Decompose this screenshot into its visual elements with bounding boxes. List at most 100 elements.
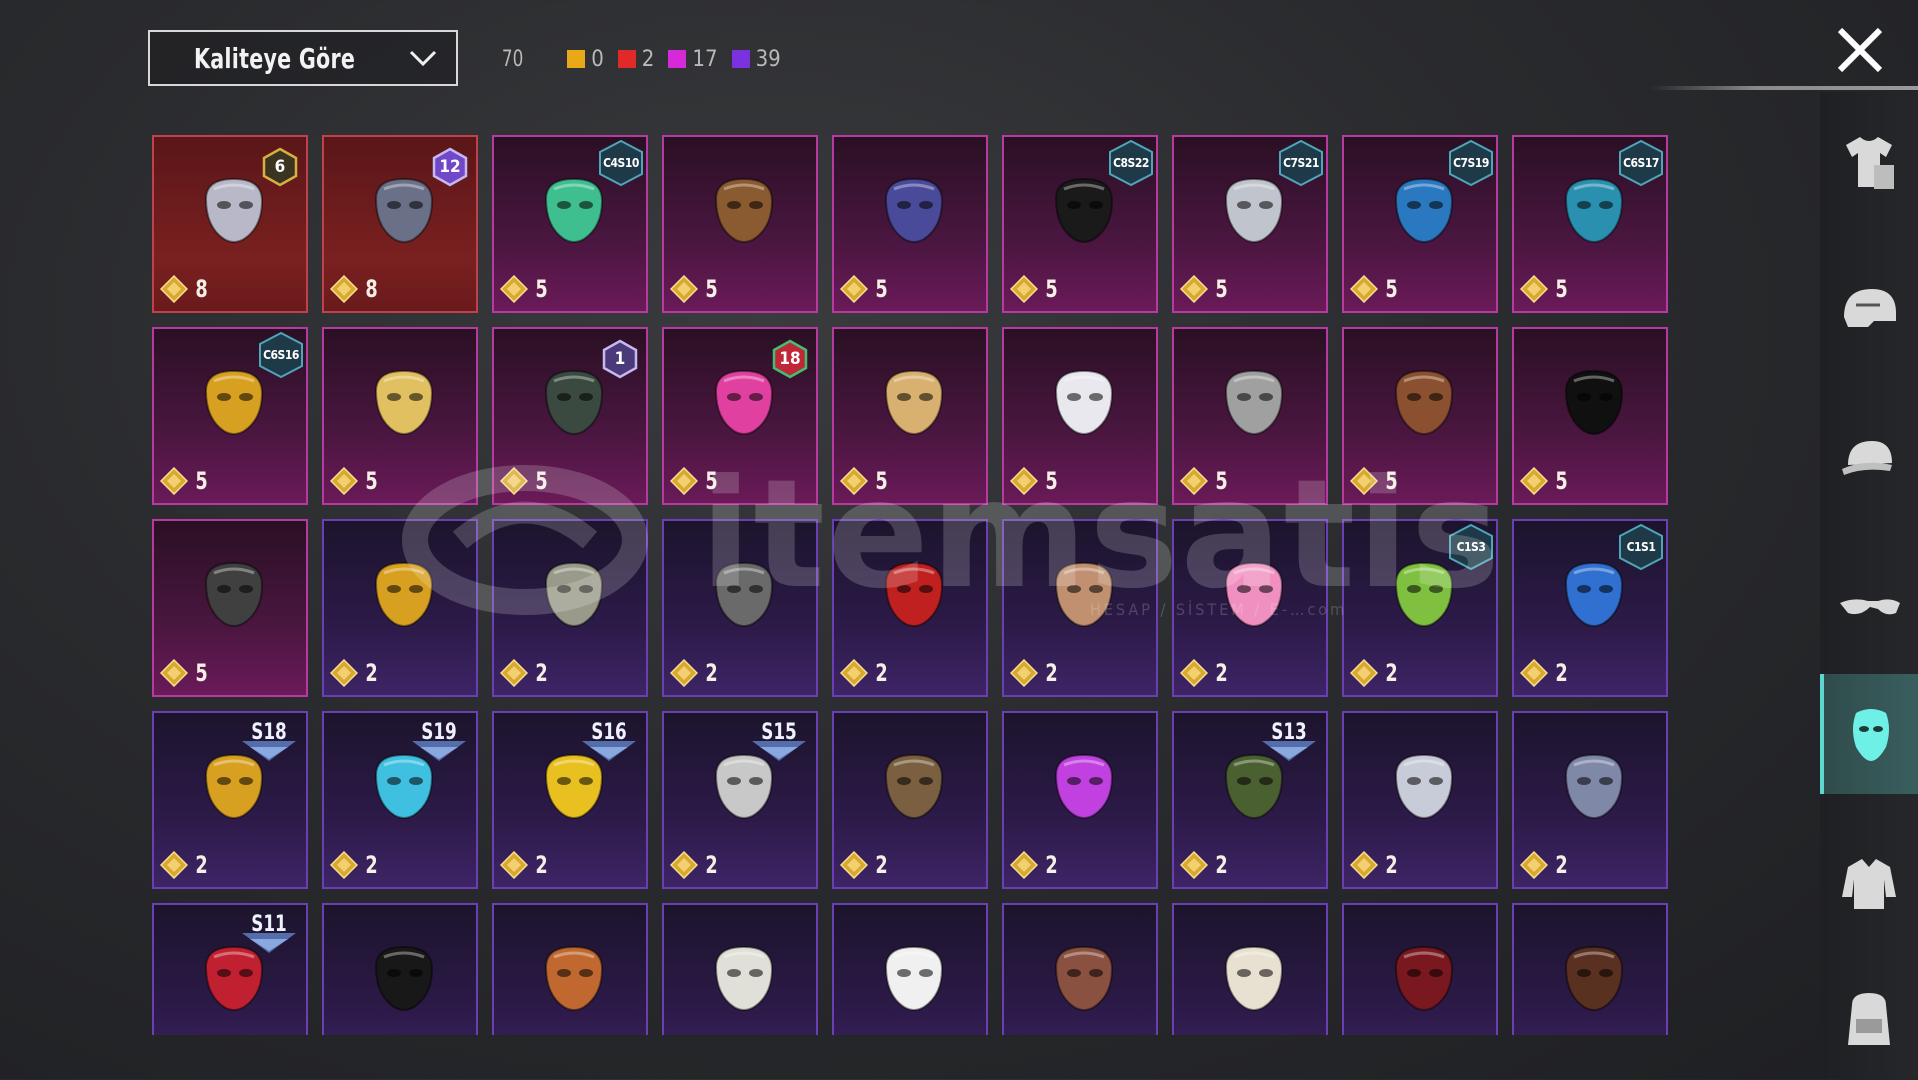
- item-price: 2: [840, 851, 889, 879]
- item-card[interactable]: C7S19 5: [1342, 135, 1498, 313]
- laurel-gold-mask-icon: [884, 369, 944, 435]
- item-price: 2: [1180, 851, 1229, 879]
- tab-outfit[interactable]: [1820, 102, 1918, 222]
- item-card[interactable]: 2: [1002, 519, 1158, 697]
- item-card[interactable]: [662, 903, 818, 1035]
- purple-gas-mask-icon: [1054, 753, 1114, 819]
- mythic-count: 2: [617, 47, 654, 72]
- item-price-value: 5: [875, 275, 888, 303]
- item-card[interactable]: 5: [322, 327, 478, 505]
- tier-badge-text: 12: [439, 157, 461, 177]
- item-card[interactable]: 5: [1342, 327, 1498, 505]
- mythic-swatch: [617, 50, 636, 68]
- currency-diamond-icon: [500, 851, 528, 879]
- item-price-value: 2: [1555, 659, 1568, 687]
- item-card[interactable]: [1172, 903, 1328, 1035]
- item-card[interactable]: C1S3 2: [1342, 519, 1498, 697]
- tab-cap[interactable]: [1820, 398, 1918, 518]
- tab-helmet[interactable]: [1820, 250, 1918, 370]
- bronze-visor-icon: [884, 753, 944, 819]
- item-card[interactable]: C4S10 5: [492, 135, 648, 313]
- item-price: 2: [670, 659, 719, 687]
- item-card[interactable]: 5: [832, 327, 988, 505]
- item-price: 2: [500, 659, 549, 687]
- item-card[interactable]: S15 2: [662, 711, 818, 889]
- item-card[interactable]: 2: [662, 519, 818, 697]
- currency-diamond-icon: [500, 467, 528, 495]
- season-code-text: C1S3: [1456, 540, 1486, 554]
- item-card[interactable]: 2: [492, 519, 648, 697]
- currency-diamond-icon: [670, 851, 698, 879]
- item-card[interactable]: C7S21 5: [1172, 135, 1328, 313]
- item-card[interactable]: 5: [152, 519, 308, 697]
- item-card[interactable]: 12 8: [322, 135, 478, 313]
- item-card[interactable]: 5: [1512, 327, 1668, 505]
- hockey-mask-icon: [544, 561, 604, 627]
- currency-diamond-icon: [1520, 851, 1548, 879]
- item-price: 5: [840, 275, 889, 303]
- item-card[interactable]: 2: [322, 519, 478, 697]
- tier-badge-text: 18: [779, 349, 801, 369]
- item-card[interactable]: C8S22 5: [1002, 135, 1158, 313]
- item-price-value: 5: [1045, 467, 1058, 495]
- item-card[interactable]: 2: [1002, 711, 1158, 889]
- bird-beak-mask-icon: [1394, 369, 1454, 435]
- season-badge: S13: [1256, 719, 1322, 763]
- item-card[interactable]: 5: [662, 135, 818, 313]
- item-card[interactable]: 2: [1512, 711, 1668, 889]
- item-card[interactable]: 2: [1172, 519, 1328, 697]
- item-card[interactable]: C6S17 5: [1512, 135, 1668, 313]
- item-price-value: 2: [1215, 851, 1228, 879]
- skull-scarf-icon: [204, 561, 264, 627]
- item-card[interactable]: S11: [152, 903, 308, 1035]
- item-card[interactable]: [1002, 903, 1158, 1035]
- item-card[interactable]: 5: [1172, 327, 1328, 505]
- item-card[interactable]: [322, 903, 478, 1035]
- item-card[interactable]: S18 2: [152, 711, 308, 889]
- item-card[interactable]: [1512, 903, 1668, 1035]
- item-card[interactable]: 2: [1342, 711, 1498, 889]
- item-card[interactable]: 5: [1002, 327, 1158, 505]
- item-card[interactable]: 2: [832, 711, 988, 889]
- red-dark-mask-icon: [1394, 945, 1454, 1011]
- item-card[interactable]: S19 2: [322, 711, 478, 889]
- item-price-value: 2: [365, 659, 378, 687]
- rarity-counts: 70 0 2 17 39: [500, 44, 781, 74]
- item-price-value: 5: [1045, 275, 1058, 303]
- item-price-value: 5: [195, 467, 208, 495]
- close-icon[interactable]: [1832, 22, 1888, 78]
- currency-diamond-icon: [670, 275, 698, 303]
- item-price-value: 2: [1385, 851, 1398, 879]
- item-price-value: 5: [535, 275, 548, 303]
- item-card[interactable]: 68: [152, 135, 308, 313]
- white-scarf-icon: [1224, 945, 1284, 1011]
- tier-badge: 18: [772, 339, 808, 379]
- item-card[interactable]: [492, 903, 648, 1035]
- tab-face-mask[interactable]: [1820, 674, 1918, 794]
- tab-glasses[interactable]: [1820, 546, 1918, 666]
- item-card[interactable]: 2: [832, 519, 988, 697]
- season-badge-text: S11: [251, 911, 287, 937]
- tab-jacket[interactable]: [1820, 822, 1918, 942]
- item-card[interactable]: 18 5: [662, 327, 818, 505]
- currency-diamond-icon: [330, 467, 358, 495]
- season-code-badge: C7S21: [1278, 139, 1324, 187]
- item-price: 2: [330, 659, 379, 687]
- cap-icon: [1842, 441, 1892, 475]
- item-price: 2: [330, 851, 379, 879]
- item-price-value: 5: [705, 275, 718, 303]
- mammoth-mask-icon: [1054, 561, 1114, 627]
- item-card[interactable]: C6S16 5: [152, 327, 308, 505]
- item-card[interactable]: 5: [832, 135, 988, 313]
- legendary-swatch: [567, 50, 586, 68]
- item-card[interactable]: [1342, 903, 1498, 1035]
- item-card[interactable]: S16 2: [492, 711, 648, 889]
- item-card[interactable]: [832, 903, 988, 1035]
- tab-backpack[interactable]: [1820, 960, 1918, 1080]
- item-card[interactable]: 15: [492, 327, 648, 505]
- rare-swatch: [731, 50, 750, 68]
- item-card[interactable]: S13 2: [1172, 711, 1328, 889]
- item-card[interactable]: C1S1 2: [1512, 519, 1668, 697]
- sort-dropdown[interactable]: Kaliteye Göre: [148, 30, 458, 86]
- item-price-value: 5: [1555, 467, 1568, 495]
